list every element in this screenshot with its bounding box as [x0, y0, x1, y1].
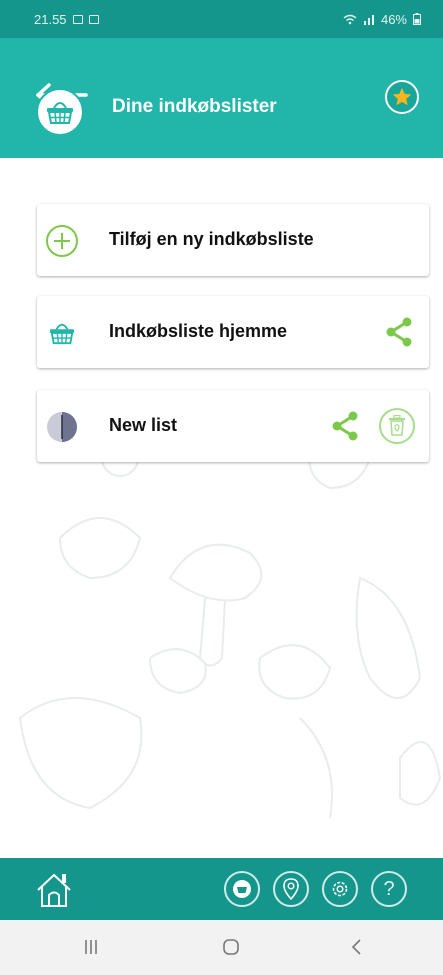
status-time: 21.55: [34, 11, 67, 27]
settings-gear-icon: [332, 881, 348, 897]
basket-icon: [47, 102, 73, 124]
nav-settings-button[interactable]: [322, 871, 358, 907]
system-nav-bar: [0, 920, 443, 975]
location-pin-icon: [283, 878, 299, 900]
add-circle-icon: [43, 222, 81, 260]
battery-icon: [413, 13, 421, 25]
gallery-notification-icon: [72, 14, 83, 24]
nav-help-button[interactable]: ?: [371, 871, 407, 907]
nav-location-button[interactable]: [273, 871, 309, 907]
list-item-label: Indkøbsliste hjemme: [109, 321, 288, 341]
list-item[interactable]: Indkøbsliste hjemme: [37, 296, 429, 368]
bottom-nav: ?: [0, 858, 443, 920]
basket-icon: [43, 314, 81, 352]
wifi-icon: [343, 14, 357, 24]
signal-icon: [363, 14, 374, 25]
lists-content: Tilføj en ny indkøbsliste Indkøbsliste h…: [0, 158, 443, 858]
add-list-card[interactable]: Tilføj en ny indkøbsliste: [37, 204, 429, 276]
basket-icon: [233, 880, 251, 898]
share-icon[interactable]: [329, 410, 361, 442]
page-title: Dine indkøbslister: [112, 96, 277, 117]
add-list-label: Tilføj en ny indkøbsliste: [109, 229, 314, 249]
share-icon[interactable]: [383, 316, 415, 348]
trash-button[interactable]: [379, 408, 415, 444]
help-icon: ?: [383, 877, 395, 900]
recent-apps-icon[interactable]: [84, 938, 98, 956]
favorite-star-button[interactable]: [385, 80, 419, 114]
calendar-notification-icon: [88, 14, 99, 24]
battery-percent: 46%: [380, 11, 407, 27]
list-item[interactable]: New list: [37, 390, 429, 462]
status-bar: 21.55 46%: [0, 0, 443, 38]
list-item-label: New list: [109, 415, 178, 435]
trash-icon: [389, 415, 405, 436]
basket-avatar: [36, 88, 84, 136]
star-icon: [392, 87, 412, 106]
home-icon[interactable]: [34, 870, 74, 910]
nav-basket-button[interactable]: [224, 871, 260, 907]
list-avatar-icon: [43, 408, 81, 446]
back-system-icon[interactable]: [350, 938, 362, 956]
home-system-icon[interactable]: [222, 938, 240, 956]
